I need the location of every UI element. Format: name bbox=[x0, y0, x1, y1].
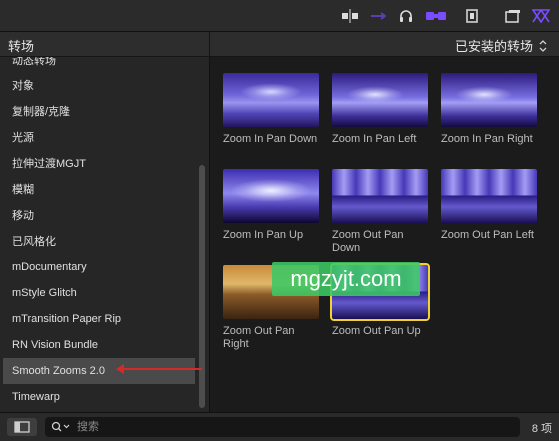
search-input[interactable] bbox=[75, 420, 499, 434]
annotation-arrow bbox=[120, 368, 202, 370]
category-item[interactable]: 拉伸过渡MGJT bbox=[3, 150, 195, 176]
split-clip-icon[interactable] bbox=[339, 0, 361, 31]
category-item[interactable]: 移动 bbox=[3, 202, 195, 228]
category-item[interactable]: mStyle Glitch bbox=[3, 280, 195, 306]
sidebar-scrollbar[interactable] bbox=[199, 165, 205, 408]
category-item[interactable]: mTransition Paper Rip bbox=[3, 306, 195, 332]
category-label: 光源 bbox=[12, 132, 34, 144]
sidebar-toggle-button[interactable] bbox=[7, 418, 37, 436]
item-count: 8 项 bbox=[531, 423, 552, 435]
category-item[interactable]: mDocumentary bbox=[3, 254, 195, 280]
sidebar-icon bbox=[14, 421, 30, 433]
clip-thumbnail[interactable] bbox=[223, 169, 319, 223]
watermark: mgzyjt.com bbox=[272, 262, 420, 296]
category-label: 对象 bbox=[12, 80, 34, 92]
category-label: mTransition Paper Rip bbox=[12, 313, 122, 325]
arrow-head-icon bbox=[116, 364, 124, 374]
transitions-grid: Zoom In Pan Down Zoom In Pan Left Zoom I… bbox=[210, 57, 559, 412]
category-label: 移动 bbox=[12, 210, 34, 222]
connect-icon[interactable] bbox=[368, 0, 388, 31]
search-icon bbox=[51, 421, 70, 432]
category-label: Smooth Zooms 2.0 bbox=[12, 365, 105, 377]
category-item-selected[interactable]: Smooth Zooms 2.0 bbox=[3, 358, 195, 384]
browser-header: 转场 已安装的转场 bbox=[0, 32, 559, 57]
transition-clip[interactable]: Zoom In Pan Down bbox=[223, 73, 319, 146]
film-icon[interactable] bbox=[462, 0, 482, 31]
chevron-updown-icon bbox=[539, 39, 547, 52]
category-label: mDocumentary bbox=[12, 261, 87, 273]
clip-label: Zoom In Pan Left bbox=[332, 133, 417, 145]
category-label: 动态转场 bbox=[12, 57, 56, 67]
category-item[interactable]: 已风格化 bbox=[3, 228, 195, 254]
clip-label: Zoom Out Pan Up bbox=[332, 325, 421, 337]
panel-title: 转场 bbox=[8, 39, 35, 54]
category-label: RN Vision Bundle bbox=[12, 339, 99, 351]
clip-label: Zoom In Pan Right bbox=[441, 133, 533, 145]
clip-thumbnail[interactable] bbox=[332, 73, 428, 127]
category-label: Timewarp bbox=[12, 391, 60, 403]
clip-label: Zoom In Pan Down bbox=[223, 133, 318, 145]
clip-thumbnail[interactable] bbox=[332, 169, 428, 223]
toolbar bbox=[0, 0, 559, 32]
transitions-browser: 转场 已安装的转场 动态转场 对象 复制器/克隆 光源 拉伸过渡MGJT 模糊 … bbox=[0, 0, 559, 441]
category-item[interactable]: Timewarp bbox=[3, 384, 195, 410]
category-label: mStyle Glitch bbox=[12, 287, 77, 299]
category-item[interactable]: 动态转场 bbox=[3, 57, 195, 73]
clip-label: Zoom Out Pan Down bbox=[332, 229, 404, 254]
transitions-icon[interactable] bbox=[424, 0, 448, 31]
category-item[interactable]: 光源 bbox=[3, 124, 195, 150]
transition-clip[interactable]: Zoom In Pan Left bbox=[332, 73, 428, 146]
search-field[interactable] bbox=[45, 417, 520, 437]
clip-label: Zoom Out Pan Left bbox=[441, 229, 534, 241]
clip-label: Zoom In Pan Up bbox=[223, 229, 304, 241]
clip-thumbnail[interactable] bbox=[441, 73, 537, 127]
clip-thumbnail[interactable] bbox=[223, 73, 319, 127]
window-icon[interactable] bbox=[503, 0, 523, 31]
headphones-icon[interactable] bbox=[396, 0, 416, 31]
category-label: 复制器/克隆 bbox=[12, 106, 71, 118]
installed-filter-popup[interactable]: 已安装的转场 bbox=[455, 36, 547, 55]
transition-clip[interactable]: Zoom In Pan Up bbox=[223, 169, 319, 242]
category-label: 已风格化 bbox=[12, 236, 56, 248]
bottom-bar: 8 项 bbox=[0, 412, 559, 441]
filter-label: 已安装的转场 bbox=[454, 39, 533, 54]
effects-icon[interactable] bbox=[530, 0, 552, 31]
category-list[interactable]: 动态转场 对象 复制器/克隆 光源 拉伸过渡MGJT 模糊 移动 已风格化 mD… bbox=[0, 57, 209, 412]
transition-clip[interactable]: Zoom In Pan Right bbox=[441, 73, 537, 146]
clip-label: Zoom Out Pan Right bbox=[223, 325, 295, 350]
clip-thumbnail[interactable] bbox=[441, 169, 537, 223]
category-label: 拉伸过渡MGJT bbox=[12, 158, 86, 170]
header-divider bbox=[209, 32, 210, 56]
category-item[interactable]: 复制器/克隆 bbox=[3, 98, 195, 124]
transition-clip[interactable]: Zoom Out Pan Down bbox=[332, 169, 428, 255]
category-label: 模糊 bbox=[12, 184, 34, 196]
transition-clip[interactable]: Zoom Out Pan Left bbox=[441, 169, 537, 242]
category-item[interactable]: 对象 bbox=[3, 72, 195, 98]
category-item[interactable]: 模糊 bbox=[3, 176, 195, 202]
category-item[interactable]: RN Vision Bundle bbox=[3, 332, 195, 358]
